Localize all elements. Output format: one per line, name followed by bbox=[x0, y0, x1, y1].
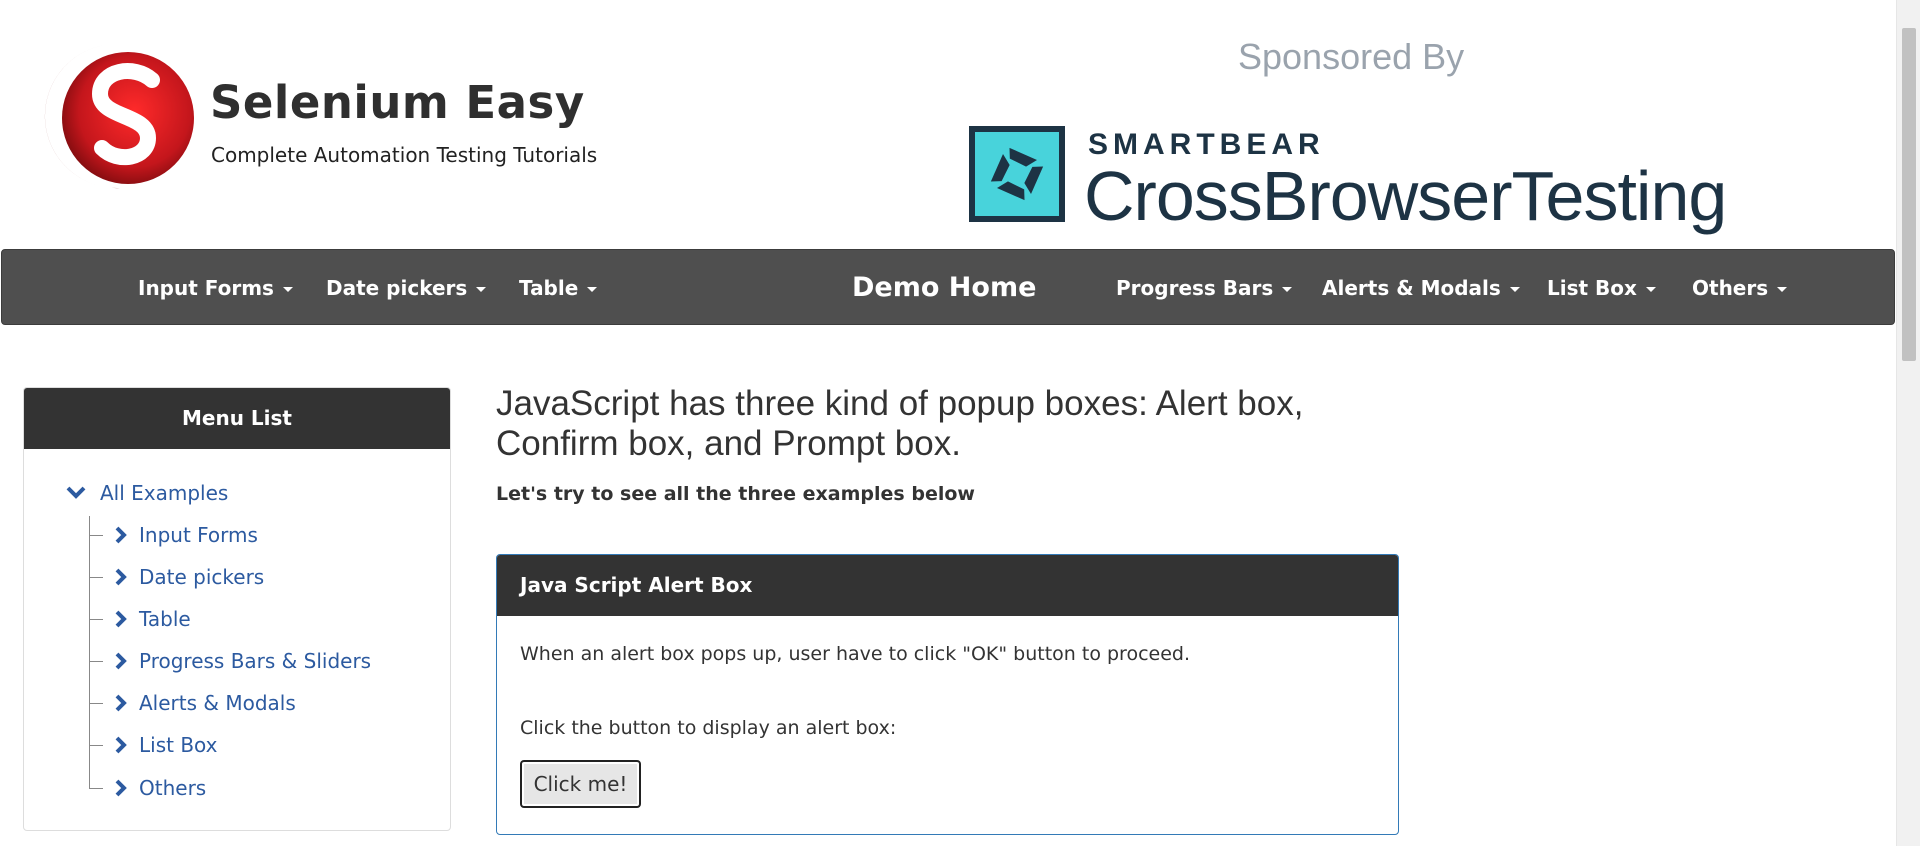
caret-down-icon bbox=[476, 287, 487, 292]
main-navbar: Input Forms Date pickers Table Demo Home… bbox=[1, 249, 1895, 325]
nav-progress-bars[interactable]: Progress Bars bbox=[1116, 250, 1293, 326]
tree-branch bbox=[89, 702, 103, 704]
nav-label: Table bbox=[519, 276, 579, 300]
sidebar-item-alerts-modals[interactable]: Alerts & Modals bbox=[89, 689, 296, 717]
sidebar-item-label: Date pickers bbox=[139, 565, 265, 589]
chevron-right-icon bbox=[115, 610, 127, 628]
nav-alerts-modals[interactable]: Alerts & Modals bbox=[1322, 250, 1520, 326]
tree-branch bbox=[89, 534, 103, 536]
page-intro: Let's try to see all the three examples … bbox=[496, 483, 975, 505]
tree-root-label: All Examples bbox=[100, 481, 229, 505]
sidebar-item-label: Alerts & Modals bbox=[139, 691, 296, 715]
nav-date-pickers[interactable]: Date pickers bbox=[326, 250, 487, 326]
nav-label: List Box bbox=[1547, 276, 1637, 300]
nav-input-forms[interactable]: Input Forms bbox=[138, 250, 293, 326]
panel-title: Java Script Alert Box bbox=[497, 555, 1398, 616]
caret-down-icon bbox=[282, 287, 293, 292]
sidebar-item-table[interactable]: Table bbox=[89, 605, 191, 633]
tree-branch bbox=[89, 576, 103, 578]
site-header: Selenium Easy Complete Automation Testin… bbox=[0, 0, 1896, 248]
chevron-right-icon bbox=[115, 526, 127, 544]
sidebar-item-progress-bars[interactable]: Progress Bars & Sliders bbox=[89, 647, 371, 675]
chevron-down-icon bbox=[66, 486, 86, 499]
tree-branch bbox=[89, 660, 103, 662]
alert-box-panel: Java Script Alert Box When an alert box … bbox=[496, 554, 1399, 835]
tree-branch bbox=[89, 618, 103, 620]
caret-down-icon bbox=[587, 287, 598, 292]
sidebar-item-label: Input Forms bbox=[139, 523, 258, 547]
chevron-right-icon bbox=[115, 652, 127, 670]
sponsor-label: Sponsored By bbox=[1238, 36, 1465, 77]
chevron-right-icon bbox=[115, 568, 127, 586]
brand-subtitle: Complete Automation Testing Tutorials bbox=[211, 143, 598, 167]
nav-label: Demo Home bbox=[852, 272, 1037, 303]
sidebar-item-label: List Box bbox=[139, 733, 218, 757]
sidebar-item-label: Progress Bars & Sliders bbox=[139, 649, 372, 673]
nav-label: Input Forms bbox=[138, 276, 274, 300]
sidebar-item-label: Table bbox=[139, 607, 191, 631]
caret-down-icon bbox=[1282, 287, 1293, 292]
sidebar-item-label: Others bbox=[139, 776, 207, 800]
brand-title[interactable]: Selenium Easy bbox=[210, 76, 585, 129]
sidebar-item-others[interactable]: Others bbox=[89, 774, 206, 802]
click-me-button[interactable]: Click me! bbox=[520, 760, 641, 808]
caret-down-icon bbox=[1509, 287, 1520, 292]
sidebar-title: Menu List bbox=[24, 388, 450, 449]
sidebar-item-input-forms[interactable]: Input Forms bbox=[89, 521, 258, 549]
nav-label: Others bbox=[1692, 276, 1769, 300]
tree-branch bbox=[89, 744, 103, 746]
nav-list-box[interactable]: List Box bbox=[1547, 250, 1656, 326]
sidebar-item-list-box[interactable]: List Box bbox=[89, 731, 218, 759]
sidebar-menu: Menu List All Examples Input Forms Date … bbox=[23, 387, 451, 831]
nav-others[interactable]: Others bbox=[1692, 250, 1788, 326]
vertical-scrollbar[interactable] bbox=[1896, 0, 1920, 846]
chevron-right-icon bbox=[115, 736, 127, 754]
nav-demo-home[interactable]: Demo Home bbox=[852, 250, 1036, 326]
nav-label: Progress Bars bbox=[1116, 276, 1274, 300]
page-heading: JavaScript has three kind of popup boxes… bbox=[496, 384, 1304, 463]
tree-branch bbox=[89, 787, 103, 789]
sponsor-product[interactable]: CrossBrowserTesting bbox=[1084, 156, 1727, 236]
nav-label: Alerts & Modals bbox=[1322, 276, 1501, 300]
caret-down-icon bbox=[1645, 287, 1656, 292]
selenium-easy-logo-icon[interactable] bbox=[44, 40, 196, 192]
panel-prompt: Click the button to display an alert box… bbox=[520, 717, 897, 739]
nav-table[interactable]: Table bbox=[519, 250, 598, 326]
caret-down-icon bbox=[1777, 287, 1788, 292]
crossbrowsertesting-logo-icon[interactable] bbox=[969, 126, 1065, 222]
sidebar-item-date-pickers[interactable]: Date pickers bbox=[89, 563, 264, 591]
nav-label: Date pickers bbox=[326, 276, 468, 300]
tree-root-all-examples[interactable]: All Examples bbox=[66, 479, 228, 507]
scrollbar-thumb[interactable] bbox=[1902, 28, 1916, 361]
chevron-right-icon bbox=[115, 694, 127, 712]
chevron-right-icon bbox=[115, 779, 127, 797]
panel-description: When an alert box pops up, user have to … bbox=[520, 643, 1190, 665]
